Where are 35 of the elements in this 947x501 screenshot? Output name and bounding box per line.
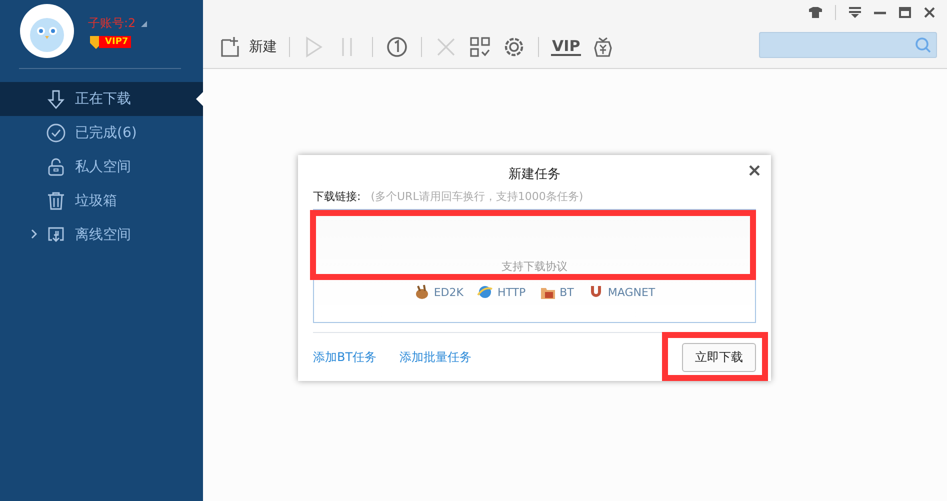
protocol-label: BT xyxy=(560,286,574,298)
avatar[interactable] xyxy=(20,4,74,58)
grid-check-icon xyxy=(468,34,492,58)
field-hint: (多个URL请用回车换行，支持1000条任务) xyxy=(370,189,584,204)
close-icon[interactable] xyxy=(749,165,760,176)
vip-level-badge: VIP7 xyxy=(99,36,132,48)
sidebar-item[interactable]: 正在下载 xyxy=(0,82,203,116)
lock-icon xyxy=(46,157,66,177)
sidebar-item[interactable]: 已完成(6) xyxy=(0,116,203,150)
search-field[interactable] xyxy=(759,32,937,58)
sidebar-item[interactable]: 垃圾箱 xyxy=(0,184,203,218)
add-task-link[interactable]: 添加批量任务 xyxy=(400,348,472,366)
dialog-title: 新建任务 xyxy=(508,166,560,184)
download-icon xyxy=(46,89,66,109)
protocols-caption: 支持下载协议 xyxy=(502,259,568,274)
new-button[interactable]: 新建 xyxy=(217,32,279,60)
sidebar-item[interactable]: 私人空间 xyxy=(0,150,203,184)
done-icon xyxy=(46,123,66,143)
shirt-icon[interactable] xyxy=(809,7,822,18)
field-label: 下载链接: xyxy=(313,189,361,204)
protocol-label: HTTP xyxy=(497,286,526,298)
maximize-icon[interactable] xyxy=(899,7,911,18)
menu-icon[interactable] xyxy=(849,7,861,18)
vip-button[interactable]: VIP xyxy=(549,36,584,58)
globe-icon xyxy=(477,284,494,300)
trash-icon xyxy=(46,191,66,211)
caret-icon[interactable] xyxy=(140,20,147,26)
add-task-link[interactable]: 添加BT任务 xyxy=(313,348,377,366)
speed-one-icon xyxy=(385,34,409,58)
protocol-label: ED2K xyxy=(434,286,464,298)
sidebar-item[interactable]: 离线空间 xyxy=(0,218,203,252)
download-now-button[interactable]: 立即下载 xyxy=(682,342,756,372)
protocol-label: MAGNET xyxy=(608,286,656,298)
chevron-icon[interactable] xyxy=(31,229,37,239)
close-icon[interactable] xyxy=(924,7,935,18)
